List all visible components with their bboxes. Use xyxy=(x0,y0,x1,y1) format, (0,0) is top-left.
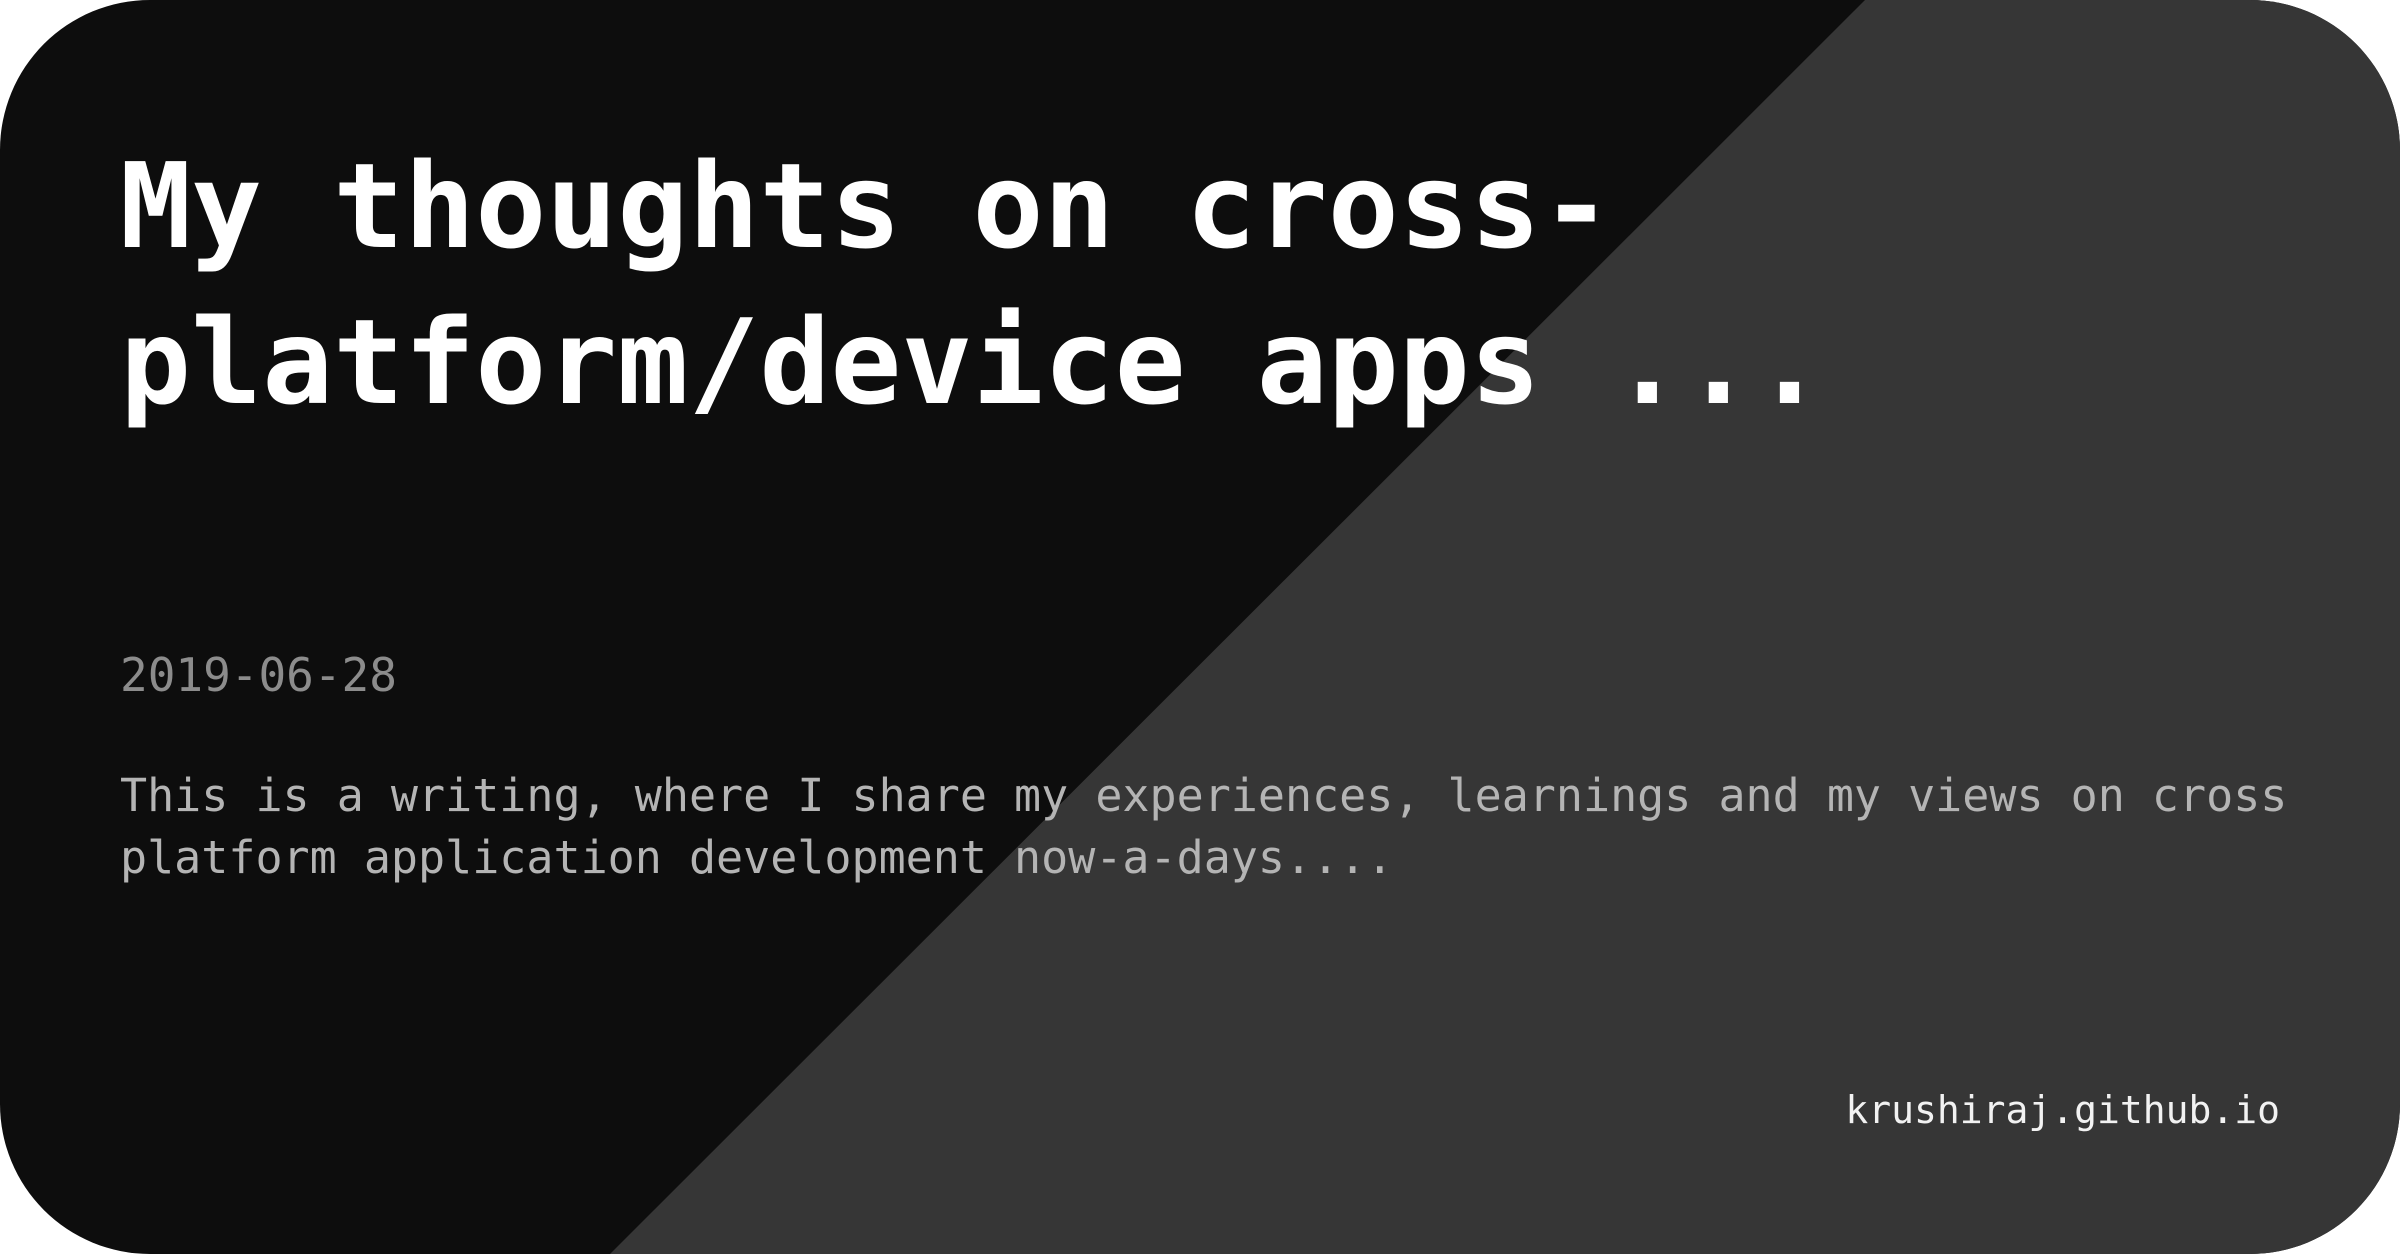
social-preview-card: My thoughts on cross-platform/device app… xyxy=(0,0,2400,1254)
post-date: 2019-06-28 xyxy=(120,648,397,702)
post-summary: This is a writing, where I share my expe… xyxy=(120,769,2288,884)
site-url: krushiraj.github.io xyxy=(1845,1088,2280,1132)
post-title: My thoughts on cross-platform/device app… xyxy=(120,137,1826,431)
